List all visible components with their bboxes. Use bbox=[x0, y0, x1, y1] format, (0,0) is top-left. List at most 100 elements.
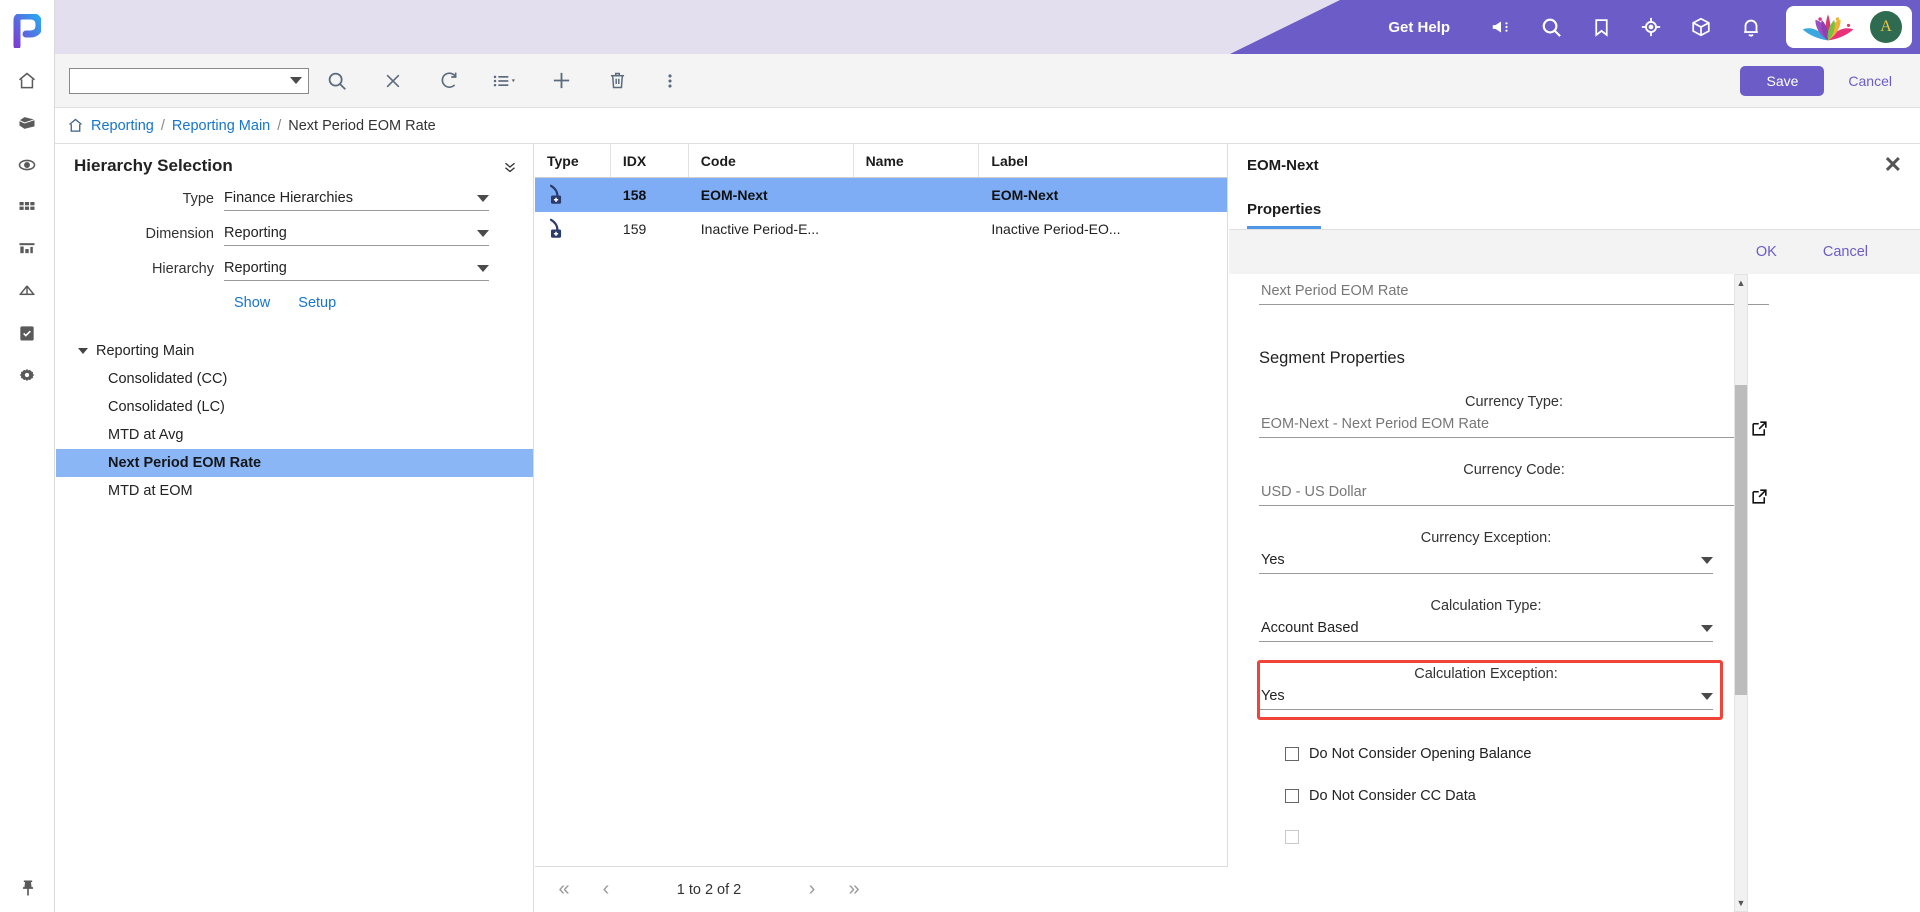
tree-node-reporting-main[interactable]: Reporting Main bbox=[56, 337, 533, 365]
pagination-last-button[interactable]: » bbox=[835, 873, 873, 907]
toolbar-list-view-button[interactable] bbox=[477, 61, 533, 101]
checkbox-partial-next[interactable] bbox=[1229, 830, 1889, 844]
chevron-down-icon bbox=[477, 229, 489, 237]
save-button[interactable]: Save bbox=[1740, 65, 1825, 96]
field-currency-code-input[interactable]: USD - US Dollar bbox=[1259, 481, 1736, 506]
ok-button[interactable]: OK bbox=[1756, 244, 1777, 260]
grid-col-idx[interactable]: IDX bbox=[611, 144, 689, 177]
grid-col-name[interactable]: Name bbox=[854, 144, 980, 177]
row-idx-cell: 158 bbox=[622, 187, 647, 203]
cancel-button[interactable]: Cancel bbox=[1823, 244, 1868, 260]
avatar[interactable]: A bbox=[1870, 11, 1902, 43]
platform-logo-icon bbox=[13, 14, 41, 48]
apps-button[interactable] bbox=[1676, 0, 1726, 54]
grid-col-code[interactable]: Code bbox=[689, 144, 854, 177]
app-root: Get Help A Save Cancel Reporting / Repor… bbox=[0, 0, 1920, 912]
show-link[interactable]: Show bbox=[234, 295, 270, 311]
segment-add-icon bbox=[549, 184, 562, 204]
table-row[interactable]: 159 Inactive Period-E... Inactive Period… bbox=[535, 212, 1227, 246]
home-icon[interactable] bbox=[67, 117, 84, 134]
target-icon bbox=[1641, 17, 1661, 37]
sidebar-item-home[interactable] bbox=[14, 68, 40, 94]
field-dimension-select[interactable]: Reporting bbox=[224, 225, 489, 246]
properties-panel: EOM-Next ✕ Properties OK Cancel Next Per… bbox=[1229, 144, 1920, 912]
properties-actions: OK Cancel bbox=[1229, 230, 1920, 274]
grid-col-label[interactable]: Label bbox=[979, 144, 1227, 177]
bookmarks-button[interactable] bbox=[1576, 0, 1626, 54]
toolbar-more-button[interactable] bbox=[645, 61, 695, 101]
clipboard-check-icon bbox=[20, 326, 34, 341]
scroll-down-icon[interactable]: ▼ bbox=[1735, 895, 1747, 911]
checkbox-icon[interactable] bbox=[1285, 830, 1299, 844]
checkbox-icon[interactable] bbox=[1285, 789, 1299, 803]
home-icon bbox=[19, 72, 35, 89]
field-currency-exception-select[interactable]: Yes bbox=[1259, 549, 1713, 574]
pagination-status: 1 to 2 of 2 bbox=[676, 881, 742, 898]
checkbox-icon[interactable] bbox=[1285, 747, 1299, 761]
search-scope-combo[interactable] bbox=[69, 67, 309, 94]
sidebar-item-hierarchy[interactable] bbox=[14, 278, 40, 304]
pagination-first-button[interactable]: « bbox=[545, 873, 583, 907]
app-logo[interactable] bbox=[13, 8, 41, 54]
tree-node-consolidated-cc[interactable]: Consolidated (CC) bbox=[56, 365, 533, 393]
toolbar-search-button[interactable] bbox=[309, 61, 365, 101]
get-help-link[interactable]: Get Help bbox=[1388, 19, 1450, 36]
sidebar-item-grid[interactable] bbox=[14, 194, 40, 220]
cancel-button[interactable]: Cancel bbox=[1824, 73, 1920, 89]
tree-node-mtd-at-avg[interactable]: MTD at Avg bbox=[56, 421, 533, 449]
navigator-button[interactable] bbox=[1626, 0, 1676, 54]
properties-panel-header: EOM-Next ✕ bbox=[1229, 144, 1920, 186]
notifications-button[interactable] bbox=[1726, 0, 1776, 54]
breadcrumb-item-reporting[interactable]: Reporting bbox=[91, 118, 154, 134]
lotus-logo-icon bbox=[1802, 14, 1854, 41]
sidebar-item-reports[interactable] bbox=[14, 236, 40, 262]
open-currency-type-icon[interactable] bbox=[1750, 419, 1769, 438]
scroll-up-icon[interactable]: ▲ bbox=[1735, 275, 1747, 291]
field-type: Type Finance Hierarchies bbox=[56, 190, 533, 211]
add-icon bbox=[553, 72, 569, 89]
tree-node-label: Reporting Main bbox=[96, 343, 195, 359]
field-hierarchy-select[interactable]: Reporting bbox=[224, 260, 489, 281]
sidebar-item-views[interactable] bbox=[14, 152, 40, 178]
grid-col-type[interactable]: Type bbox=[535, 144, 611, 177]
sidebar-item-models[interactable] bbox=[14, 110, 40, 136]
announcements-button[interactable] bbox=[1476, 0, 1526, 54]
field-calculation-exception-select[interactable]: Yes bbox=[1259, 685, 1713, 710]
chevron-down-icon[interactable] bbox=[78, 348, 88, 354]
collapse-panel-button[interactable] bbox=[501, 158, 519, 181]
tab-properties[interactable]: Properties bbox=[1247, 201, 1322, 229]
field-currency-type-input[interactable]: EOM-Next - Next Period EOM Rate bbox=[1259, 413, 1736, 438]
open-currency-code-icon[interactable] bbox=[1750, 487, 1769, 506]
user-menu[interactable]: A bbox=[1786, 6, 1912, 48]
checkbox-do-not-consider-cc-data[interactable]: Do Not Consider CC Data bbox=[1229, 788, 1889, 804]
setup-link[interactable]: Setup bbox=[298, 295, 336, 311]
tree-node-consolidated-lc[interactable]: Consolidated (LC) bbox=[56, 393, 533, 421]
field-hierarchy-value: Reporting bbox=[224, 260, 287, 276]
global-search-button[interactable] bbox=[1526, 0, 1576, 54]
top-field-input[interactable]: Next Period EOM Rate bbox=[1259, 280, 1769, 305]
field-type-value: Finance Hierarchies bbox=[224, 190, 353, 206]
hierarchy-selection-panel: Hierarchy Selection Type Finance Hierarc… bbox=[56, 144, 534, 912]
checkbox-do-not-consider-opening-balance[interactable]: Do Not Consider Opening Balance bbox=[1229, 746, 1889, 762]
field-calculation-type-select[interactable]: Account Based bbox=[1259, 617, 1713, 642]
toolbar-delete-button[interactable] bbox=[589, 61, 645, 101]
field-type-select[interactable]: Finance Hierarchies bbox=[224, 190, 489, 211]
breadcrumb-item-reporting-main[interactable]: Reporting Main bbox=[172, 118, 270, 134]
close-icon[interactable]: ✕ bbox=[1884, 154, 1902, 176]
sidebar-item-tasks[interactable] bbox=[14, 320, 40, 346]
pin-icon bbox=[22, 880, 33, 896]
toolbar-add-button[interactable] bbox=[533, 61, 589, 101]
pagination-next-button[interactable]: › bbox=[793, 873, 831, 907]
toolbar-refresh-button[interactable] bbox=[421, 61, 477, 101]
properties-scrollbar[interactable]: ▲ ▼ bbox=[1734, 274, 1748, 912]
pin-sidebar-button[interactable] bbox=[0, 878, 55, 898]
tree-node-next-period-eom-rate[interactable]: Next Period EOM Rate bbox=[56, 449, 533, 477]
external-link-icon bbox=[1752, 489, 1767, 504]
sidebar-item-settings[interactable] bbox=[14, 362, 40, 388]
scrollbar-thumb[interactable] bbox=[1735, 385, 1747, 695]
tree-node-mtd-at-eom[interactable]: MTD at EOM bbox=[56, 477, 533, 505]
bell-icon bbox=[1744, 19, 1758, 37]
toolbar-clear-button[interactable] bbox=[365, 61, 421, 101]
pagination-prev-button[interactable]: ‹ bbox=[587, 873, 625, 907]
table-row[interactable]: 158 EOM-Next EOM-Next bbox=[535, 178, 1227, 212]
